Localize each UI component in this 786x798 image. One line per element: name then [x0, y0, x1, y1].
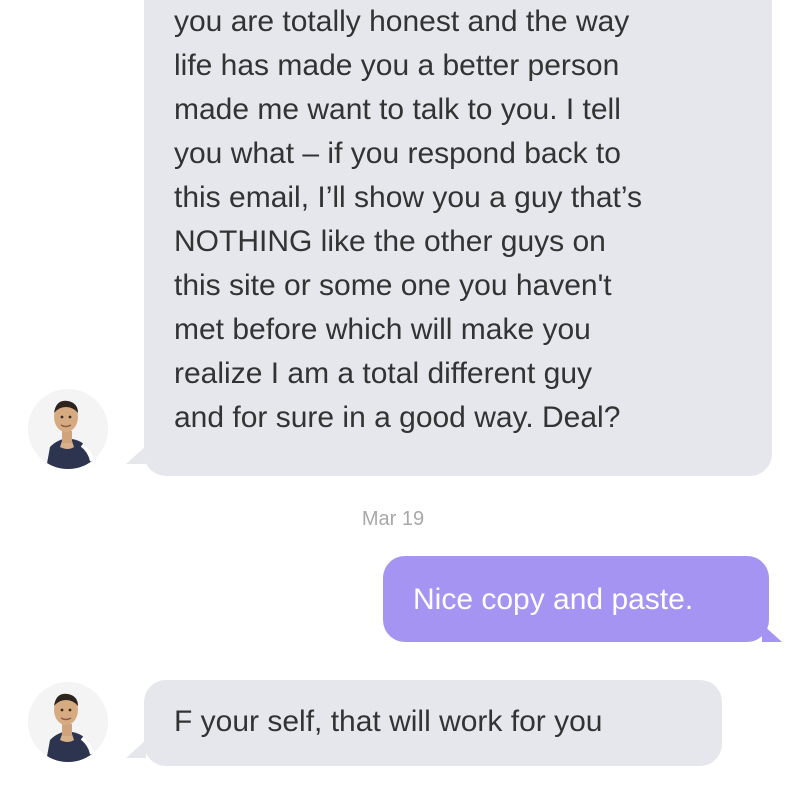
message-line: met before which will make you	[174, 313, 591, 346]
incoming-message-bubble[interactable]: F your self, that will work for you	[144, 680, 722, 766]
message-text: Nice copy and paste.	[413, 583, 694, 616]
message-line: you what – if you respond back to	[174, 137, 621, 170]
date-stamp: Mar 19	[361, 508, 425, 530]
message-line: you are totally honest and the way	[174, 5, 630, 38]
message-line: realize I am a total different guy	[174, 357, 593, 390]
message-line: this email, I’ll show you a guy that’s	[174, 181, 643, 214]
message-line: life has made you a better person	[174, 49, 620, 82]
person-icon	[28, 682, 108, 762]
outgoing-message-bubble[interactable]: Nice copy and paste.	[383, 556, 769, 642]
incoming-message-bubble[interactable]: you are totally honest and the way life …	[144, 0, 772, 476]
avatar[interactable]	[28, 389, 108, 469]
message-line: and for sure in a good way. Deal?	[174, 401, 621, 434]
avatar[interactable]	[28, 682, 108, 762]
person-icon	[28, 389, 108, 469]
incoming-bubble-tail	[126, 740, 146, 758]
message-line: this site or some one you haven't	[174, 269, 612, 302]
message-text: F your self, that will work for you	[174, 705, 603, 738]
message-line: made me want to talk to you. I tell	[174, 93, 621, 126]
incoming-bubble-tail	[126, 446, 146, 464]
message-thread: you are totally honest and the way life …	[0, 0, 786, 798]
message-line: NOTHING like the other guys on	[174, 225, 606, 258]
